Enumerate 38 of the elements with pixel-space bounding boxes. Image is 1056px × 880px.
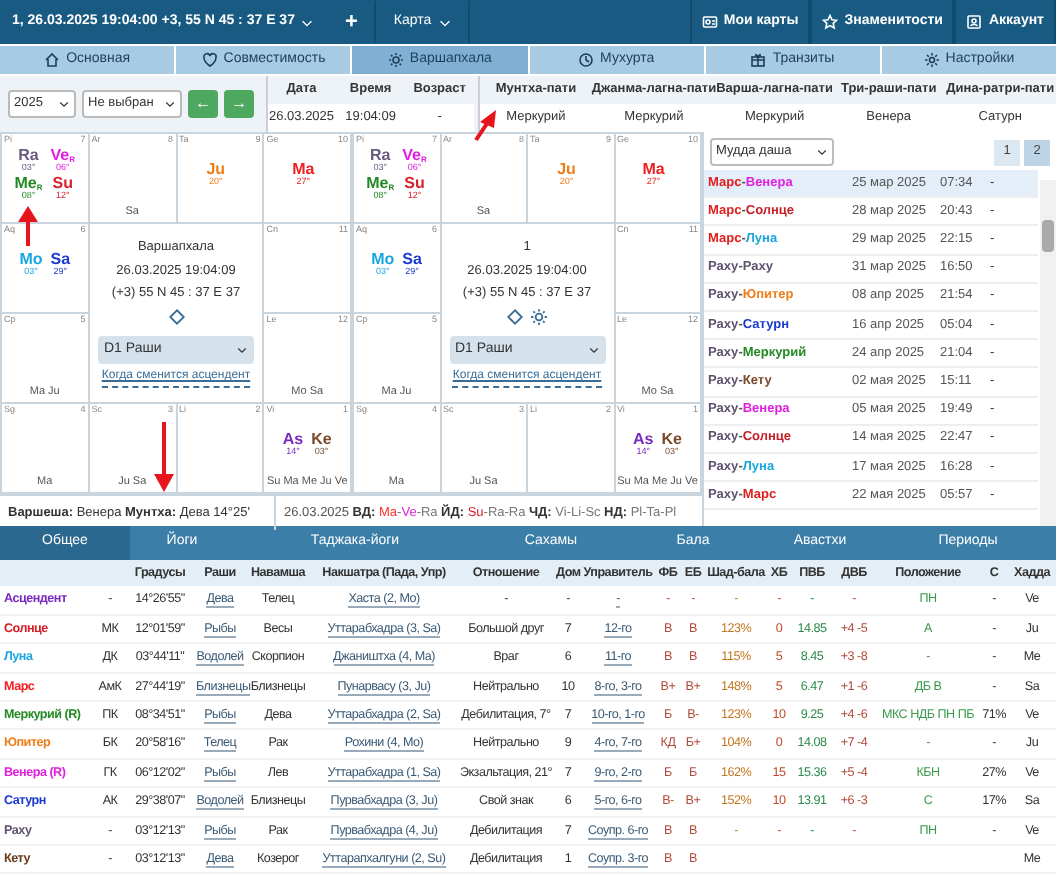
planet-label: Ju <box>206 161 226 178</box>
planet-label: Ke <box>311 431 332 448</box>
caret-icon <box>236 344 248 357</box>
caret-icon <box>164 98 176 110</box>
planet-label: Ra <box>18 148 39 164</box>
planet-label: Ra <box>370 148 391 164</box>
planet-label: Mo <box>19 251 43 268</box>
caret-icon <box>437 15 452 29</box>
planet-label: Mo <box>371 251 395 268</box>
gift-icon <box>750 52 767 68</box>
scrollbar[interactable] <box>1040 180 1056 526</box>
planet-label: Ma <box>292 161 315 178</box>
planet-label: Sa <box>402 251 422 268</box>
sun-icon <box>530 308 549 327</box>
heart-icon <box>201 52 218 68</box>
diamond-icon <box>167 308 185 327</box>
caret-icon <box>58 98 70 110</box>
planet-label: Su <box>52 175 73 191</box>
annotation-arrow <box>474 110 496 142</box>
user-icon <box>966 14 983 30</box>
home-icon <box>44 52 61 68</box>
annotation-arrow <box>18 206 38 246</box>
caret-icon <box>587 344 599 357</box>
sun-icon <box>387 52 404 68</box>
planet-label: Ju <box>557 161 576 178</box>
planet-label: Sa <box>50 251 71 268</box>
planet-label: Su <box>404 175 425 191</box>
star-icon <box>822 14 839 30</box>
settings-icon <box>923 52 940 68</box>
caret-icon <box>816 146 828 158</box>
caret-icon <box>300 15 315 29</box>
planet-label: Ma <box>642 161 665 178</box>
planet-label: Ke <box>661 431 682 448</box>
planet-label: As <box>282 431 304 448</box>
planet-label: As <box>633 431 654 448</box>
diamond-icon <box>505 308 524 327</box>
clock-icon <box>578 52 595 68</box>
annotation-arrow <box>154 422 174 492</box>
